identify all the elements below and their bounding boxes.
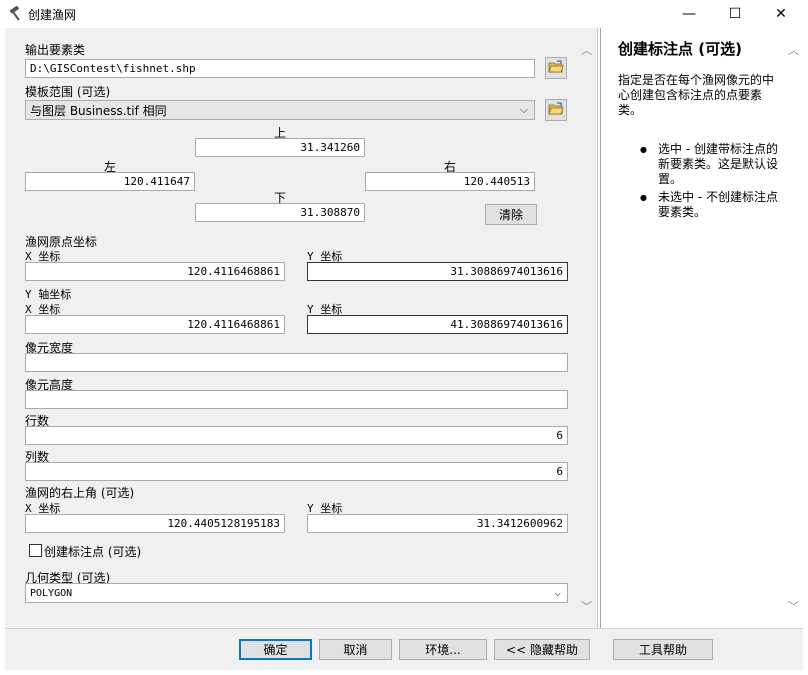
extent-bottom-input[interactable]: 31.308870 [195, 203, 365, 222]
clear-button[interactable]: 清除 [485, 204, 537, 225]
maximize-button[interactable]: ☐ [712, 0, 758, 28]
hide-help-button[interactable]: << 隐藏帮助 [494, 639, 590, 660]
extent-right-input[interactable]: 120.440513 [365, 172, 535, 191]
help-title: 创建标注点 (可选) [618, 40, 742, 58]
cell-width-input[interactable] [25, 353, 568, 372]
help-panel [600, 28, 803, 628]
help-bullet-list: 选中 - 创建带标注点的新要素类。这是默认设置。 未选中 - 不创建标注点要素类… [640, 142, 782, 223]
help-bullet-unchecked: 未选中 - 不创建标注点要素类。 [640, 190, 782, 220]
cell-height-input[interactable] [25, 390, 568, 409]
template-value: 与图层 Business.tif 相同 [30, 103, 167, 118]
corner-y-input[interactable]: 31.3412600962 [307, 514, 568, 533]
label-points-checkbox[interactable] [29, 544, 42, 557]
yaxis-y-input[interactable]: 41.30886974013616 [307, 315, 568, 334]
output-browse-button[interactable] [545, 57, 567, 79]
label-points-label: 创建标注点 (可选) [44, 545, 142, 559]
ok-button[interactable]: 确定 [239, 639, 312, 660]
chevron-down-icon: ⌵ [519, 103, 528, 116]
template-select[interactable]: 与图层 Business.tif 相同 ⌵ [25, 100, 535, 120]
origin-y-input[interactable]: 31.30886974013616 [307, 262, 568, 281]
geometry-select[interactable]: POLYGON ⌵ [25, 583, 568, 603]
chevron-down-icon: ⌵ [554, 586, 561, 599]
extent-left-input[interactable]: 120.411647 [25, 172, 195, 191]
tool-help-button[interactable]: 工具帮助 [613, 639, 713, 660]
yaxis-x-input[interactable]: 120.4116468861 [25, 315, 285, 334]
folder-open-icon [548, 59, 564, 77]
environments-button[interactable]: 环境... [399, 639, 487, 660]
chevron-up-icon[interactable]: ︿ [581, 42, 592, 58]
corner-label: 渔网的右上角 (可选) [25, 486, 135, 500]
geometry-value: POLYGON [30, 587, 73, 599]
close-button[interactable]: ✕ [758, 0, 804, 28]
cols-input[interactable]: 6 [25, 462, 568, 481]
corner-x-input[interactable]: 120.4405128195183 [25, 514, 285, 533]
cancel-button[interactable]: 取消 [319, 639, 392, 660]
output-label: 输出要素类 [25, 43, 86, 57]
rows-input[interactable]: 6 [25, 426, 568, 445]
template-browse-button[interactable] [545, 99, 567, 121]
output-input[interactable]: D:\GISContest\fishnet.shp [25, 59, 535, 78]
title-bar: 创建渔网 — ☐ ✕ [0, 0, 808, 28]
extent-top-input[interactable]: 31.341260 [195, 138, 365, 157]
origin-x-input[interactable]: 120.4116468861 [25, 262, 285, 281]
chevron-up-icon[interactable]: ︿ [788, 42, 799, 58]
help-description: 指定是否在每个渔网像元的中心创建包含标注点的点要素类。 [618, 73, 775, 117]
minimize-button[interactable]: — [666, 0, 712, 28]
folder-open-icon [548, 101, 564, 119]
chevron-down-icon[interactable]: ﹀ [581, 598, 592, 614]
template-label: 模板范围 (可选) [25, 85, 111, 99]
hammer-icon [8, 5, 24, 22]
yaxis-label: Y 轴坐标 [25, 288, 72, 301]
chevron-down-icon[interactable]: ﹀ [788, 598, 799, 614]
window-title: 创建渔网 [28, 8, 77, 22]
help-bullet-checked: 选中 - 创建带标注点的新要素类。这是默认设置。 [640, 142, 782, 187]
